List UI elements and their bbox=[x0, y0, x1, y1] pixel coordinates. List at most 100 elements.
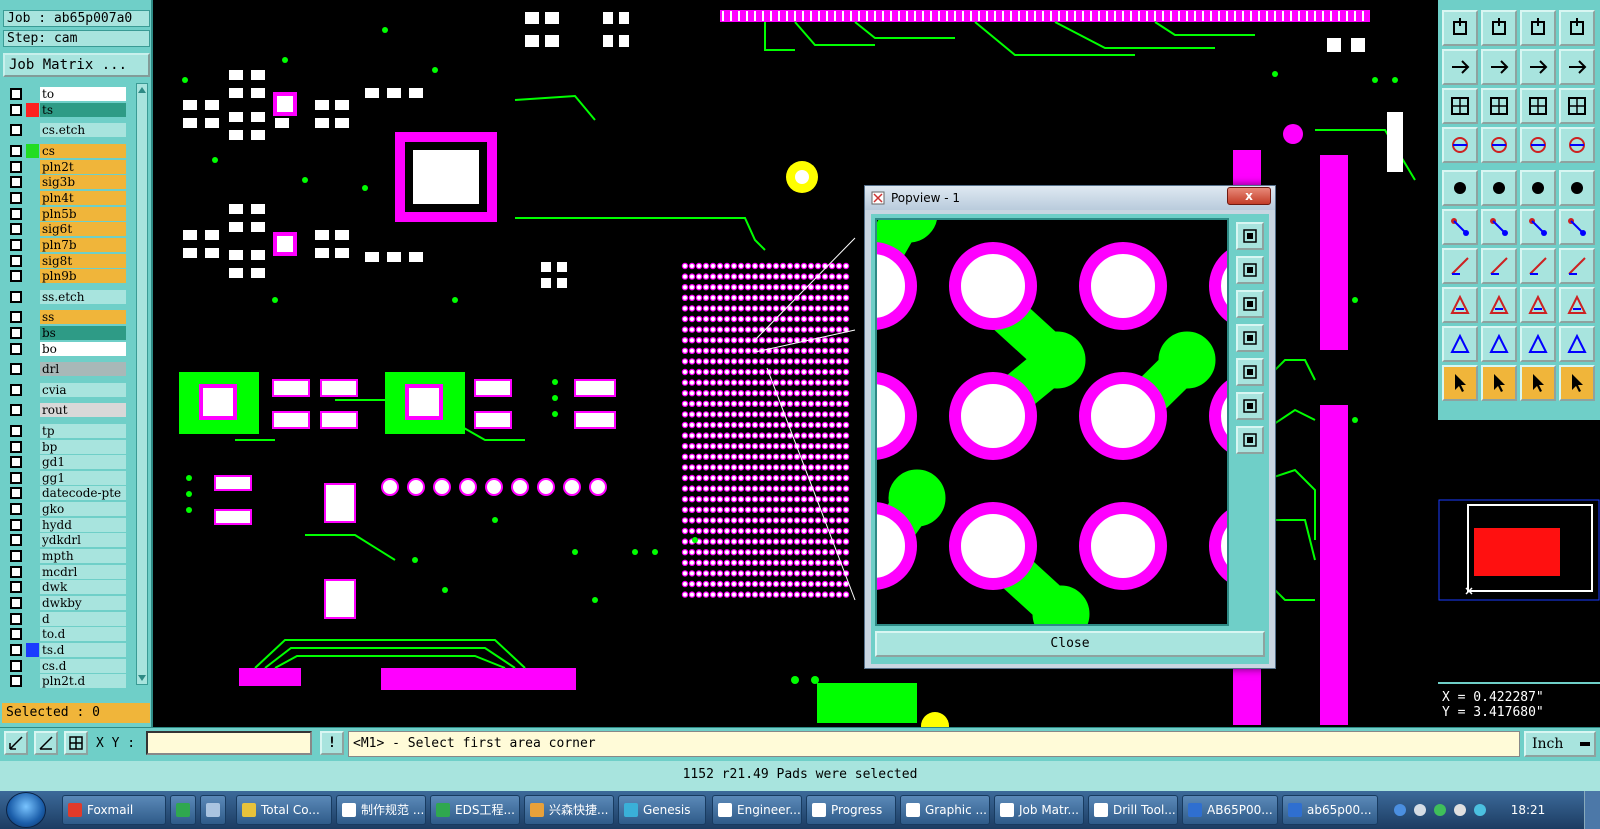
layer-row[interactable]: pln5b bbox=[4, 207, 134, 221]
layer-checkbox[interactable] bbox=[10, 441, 22, 453]
layer-checkbox[interactable] bbox=[10, 124, 22, 136]
layer-checkbox[interactable] bbox=[10, 176, 22, 188]
layer-row[interactable]: gd1 bbox=[4, 455, 134, 469]
layer-checkbox[interactable] bbox=[10, 644, 22, 656]
tool-button[interactable] bbox=[1442, 248, 1478, 284]
layer-row[interactable]: bs bbox=[4, 326, 134, 340]
layer-name[interactable]: ydkdrl bbox=[40, 533, 126, 547]
taskbar-item[interactable]: Job Matr... bbox=[994, 795, 1084, 825]
layer-row[interactable]: gg1 bbox=[4, 471, 134, 485]
tool-button[interactable] bbox=[1442, 88, 1478, 124]
tool-button[interactable] bbox=[1481, 127, 1517, 163]
layer-checkbox[interactable] bbox=[10, 519, 22, 531]
layer-name[interactable]: d bbox=[40, 612, 126, 626]
layer-checkbox[interactable] bbox=[10, 425, 22, 437]
taskbar-item[interactable]: Engineer... bbox=[712, 795, 802, 825]
layer-display-swatch[interactable] bbox=[26, 612, 39, 626]
taskbar-item[interactable]: Graphic ... bbox=[900, 795, 990, 825]
layer-name[interactable]: sig8t bbox=[40, 254, 126, 268]
layer-name[interactable]: dwk bbox=[40, 580, 126, 594]
layer-checkbox[interactable] bbox=[10, 104, 22, 116]
tool-button[interactable] bbox=[1442, 170, 1478, 206]
layer-name[interactable]: cs.etch bbox=[40, 123, 126, 137]
tool-button[interactable] bbox=[1520, 88, 1556, 124]
layer-row[interactable]: ts.d bbox=[4, 643, 134, 657]
tool-button[interactable] bbox=[1481, 10, 1517, 46]
layer-display-swatch[interactable] bbox=[26, 254, 39, 268]
layer-checkbox[interactable] bbox=[10, 581, 22, 593]
layer-row[interactable]: datecode-pte bbox=[4, 486, 134, 500]
tool-button[interactable] bbox=[1442, 49, 1478, 85]
layer-display-swatch[interactable] bbox=[26, 674, 39, 688]
tool-button[interactable] bbox=[1559, 326, 1595, 362]
popview-tool-button[interactable] bbox=[1236, 358, 1264, 386]
layer-row[interactable]: bp bbox=[4, 440, 134, 454]
layer-name[interactable]: mcdrl bbox=[40, 565, 126, 579]
layer-name[interactable]: pln4t bbox=[40, 191, 126, 205]
layer-checkbox[interactable] bbox=[10, 291, 22, 303]
tool-button[interactable] bbox=[1520, 49, 1556, 85]
tool-button[interactable] bbox=[1559, 170, 1595, 206]
layer-checkbox[interactable] bbox=[10, 270, 22, 282]
layer-checkbox[interactable] bbox=[10, 404, 22, 416]
layer-name[interactable]: drl bbox=[40, 362, 126, 376]
layer-row[interactable]: pln9b bbox=[4, 269, 134, 283]
popview-close-x-button[interactable]: x bbox=[1227, 187, 1271, 205]
taskbar-item[interactable]: Foxmail bbox=[62, 795, 166, 825]
tool-button[interactable] bbox=[1559, 88, 1595, 124]
layer-name[interactable]: datecode-pte bbox=[40, 486, 126, 500]
tool-button[interactable] bbox=[1520, 248, 1556, 284]
layer-row[interactable]: dwkby bbox=[4, 596, 134, 610]
layer-display-swatch[interactable] bbox=[26, 643, 39, 657]
layer-row[interactable]: mcdrl bbox=[4, 565, 134, 579]
popview-tool-button[interactable] bbox=[1236, 290, 1264, 318]
layer-name[interactable]: pln5b bbox=[40, 207, 126, 221]
taskbar-item[interactable]: 制作规范 ... bbox=[336, 795, 426, 825]
layer-checkbox[interactable] bbox=[10, 534, 22, 546]
layer-name[interactable]: bp bbox=[40, 440, 126, 454]
layer-display-swatch[interactable] bbox=[26, 424, 39, 438]
tool-button[interactable] bbox=[1442, 365, 1478, 401]
layer-display-swatch[interactable] bbox=[26, 123, 39, 137]
layer-checkbox[interactable] bbox=[10, 161, 22, 173]
command-exclaim-button[interactable]: ! bbox=[320, 731, 344, 755]
layer-name[interactable]: pln2t bbox=[40, 160, 126, 174]
layer-checkbox[interactable] bbox=[10, 363, 22, 375]
layer-display-swatch[interactable] bbox=[26, 440, 39, 454]
layer-display-swatch[interactable] bbox=[26, 362, 39, 376]
tool-button[interactable] bbox=[1442, 10, 1478, 46]
layer-row[interactable]: mpth bbox=[4, 549, 134, 563]
layer-list-scrollbar[interactable] bbox=[136, 83, 148, 685]
layer-display-swatch[interactable] bbox=[26, 175, 39, 189]
layer-display-swatch[interactable] bbox=[26, 222, 39, 236]
layer-checkbox[interactable] bbox=[10, 503, 22, 515]
layer-row[interactable]: dwk bbox=[4, 580, 134, 594]
layer-checkbox[interactable] bbox=[10, 550, 22, 562]
layer-row[interactable]: sig3b bbox=[4, 175, 134, 189]
layer-name[interactable]: to bbox=[40, 87, 126, 101]
popview-tool-button[interactable] bbox=[1236, 256, 1264, 284]
layer-name[interactable]: ss.etch bbox=[40, 290, 126, 304]
layer-name[interactable]: pln2t.d bbox=[40, 674, 126, 688]
layer-checkbox[interactable] bbox=[10, 208, 22, 220]
popview-tool-button[interactable] bbox=[1236, 324, 1264, 352]
overview-minimap[interactable] bbox=[1438, 420, 1600, 682]
layer-name[interactable]: sig6t bbox=[40, 222, 126, 236]
layer-name[interactable]: ss bbox=[40, 310, 126, 324]
taskbar-item[interactable] bbox=[170, 795, 196, 825]
popview-tool-button[interactable] bbox=[1236, 426, 1264, 454]
layer-name[interactable]: dwkby bbox=[40, 596, 126, 610]
scroll-up-icon[interactable] bbox=[137, 85, 147, 95]
layer-display-swatch[interactable] bbox=[26, 160, 39, 174]
start-button[interactable] bbox=[6, 792, 46, 828]
layer-display-swatch[interactable] bbox=[26, 580, 39, 594]
tool-button[interactable] bbox=[1481, 88, 1517, 124]
tool-button[interactable] bbox=[1559, 287, 1595, 323]
layer-display-swatch[interactable] bbox=[26, 403, 39, 417]
layer-row[interactable]: gko bbox=[4, 502, 134, 516]
layer-row[interactable]: drl bbox=[4, 362, 134, 376]
tool-button[interactable] bbox=[1481, 170, 1517, 206]
layer-name[interactable]: ts.d bbox=[40, 643, 126, 657]
layer-name[interactable]: cs bbox=[40, 144, 126, 158]
popview-close-button[interactable]: Close bbox=[875, 631, 1265, 657]
